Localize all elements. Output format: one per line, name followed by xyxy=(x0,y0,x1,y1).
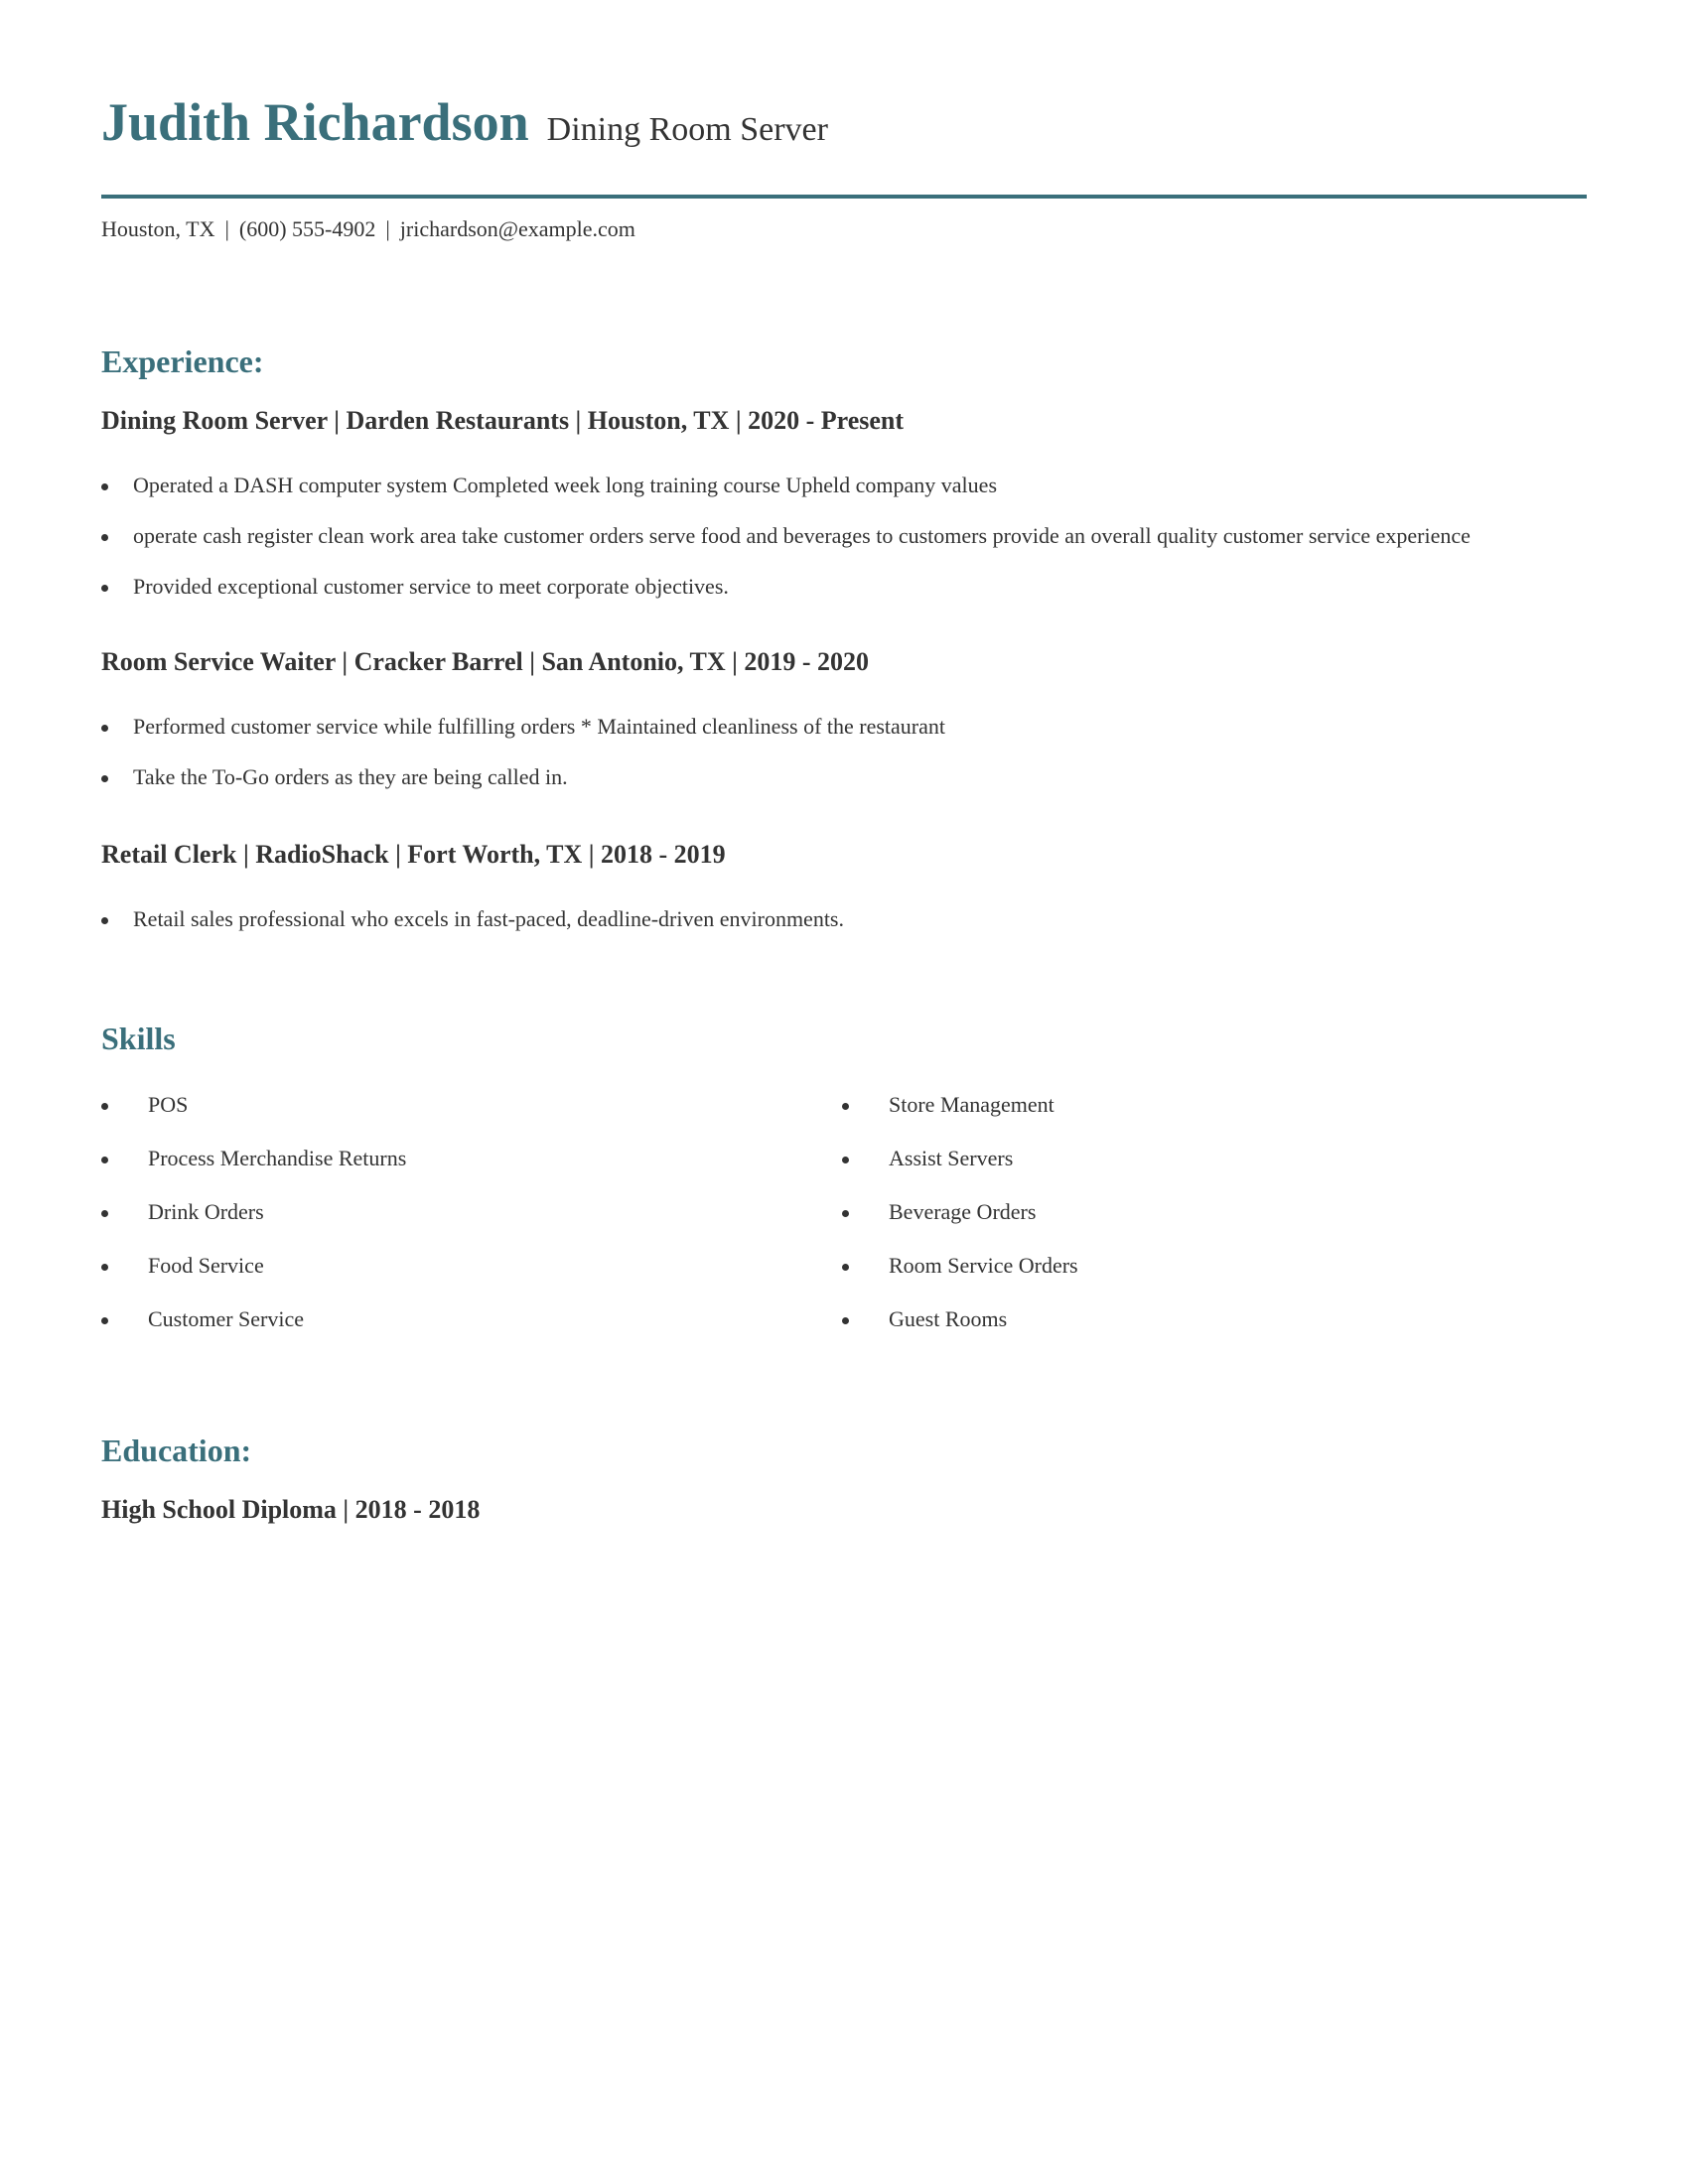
resume-header: Judith Richardson Dining Room Server xyxy=(101,91,828,153)
contact-email: jrichardson@example.com xyxy=(399,216,635,241)
candidate-name: Judith Richardson xyxy=(101,92,529,152)
skills-heading: Skills xyxy=(101,1021,176,1056)
job-header: Room Service Waiter | Cracker Barrel | S… xyxy=(101,647,870,676)
bullet-icon xyxy=(101,725,108,732)
contact-phone: (600) 555-4902 xyxy=(238,216,376,241)
bullet-icon xyxy=(101,1157,108,1163)
contact-separator: | xyxy=(224,216,229,241)
bullet-icon xyxy=(842,1317,849,1324)
bullet-icon xyxy=(101,585,108,592)
bullet-icon xyxy=(101,775,108,782)
experience-heading: Experience: xyxy=(101,343,264,379)
bullet-icon xyxy=(101,917,108,924)
education-entry: High School Diploma | 2018 - 2018 xyxy=(101,1495,481,1524)
job-header: Dining Room Server | Darden Restaurants … xyxy=(101,406,905,435)
bullet-icon xyxy=(842,1157,849,1163)
contact-location: Houston, TX xyxy=(101,216,215,241)
bullet-icon xyxy=(101,1264,108,1271)
candidate-title: Dining Room Server xyxy=(546,111,828,148)
header-divider xyxy=(101,195,1587,199)
bullet-icon xyxy=(842,1210,849,1217)
bullet-icon xyxy=(842,1103,849,1110)
education-heading: Education: xyxy=(101,1433,252,1468)
bullet-icon xyxy=(101,1210,108,1217)
bullet-icon xyxy=(101,483,108,490)
bullet-icon xyxy=(842,1264,849,1271)
contact-line: Houston, TX | (600) 555-4902 | jrichardson@e… xyxy=(101,216,635,242)
contact-separator: | xyxy=(385,216,390,241)
bullet-icon xyxy=(101,534,108,541)
bullet-icon xyxy=(101,1317,108,1324)
job-header: Retail Clerk | RadioShack | Fort Worth, … xyxy=(101,840,726,869)
bullet-icon xyxy=(101,1103,108,1110)
